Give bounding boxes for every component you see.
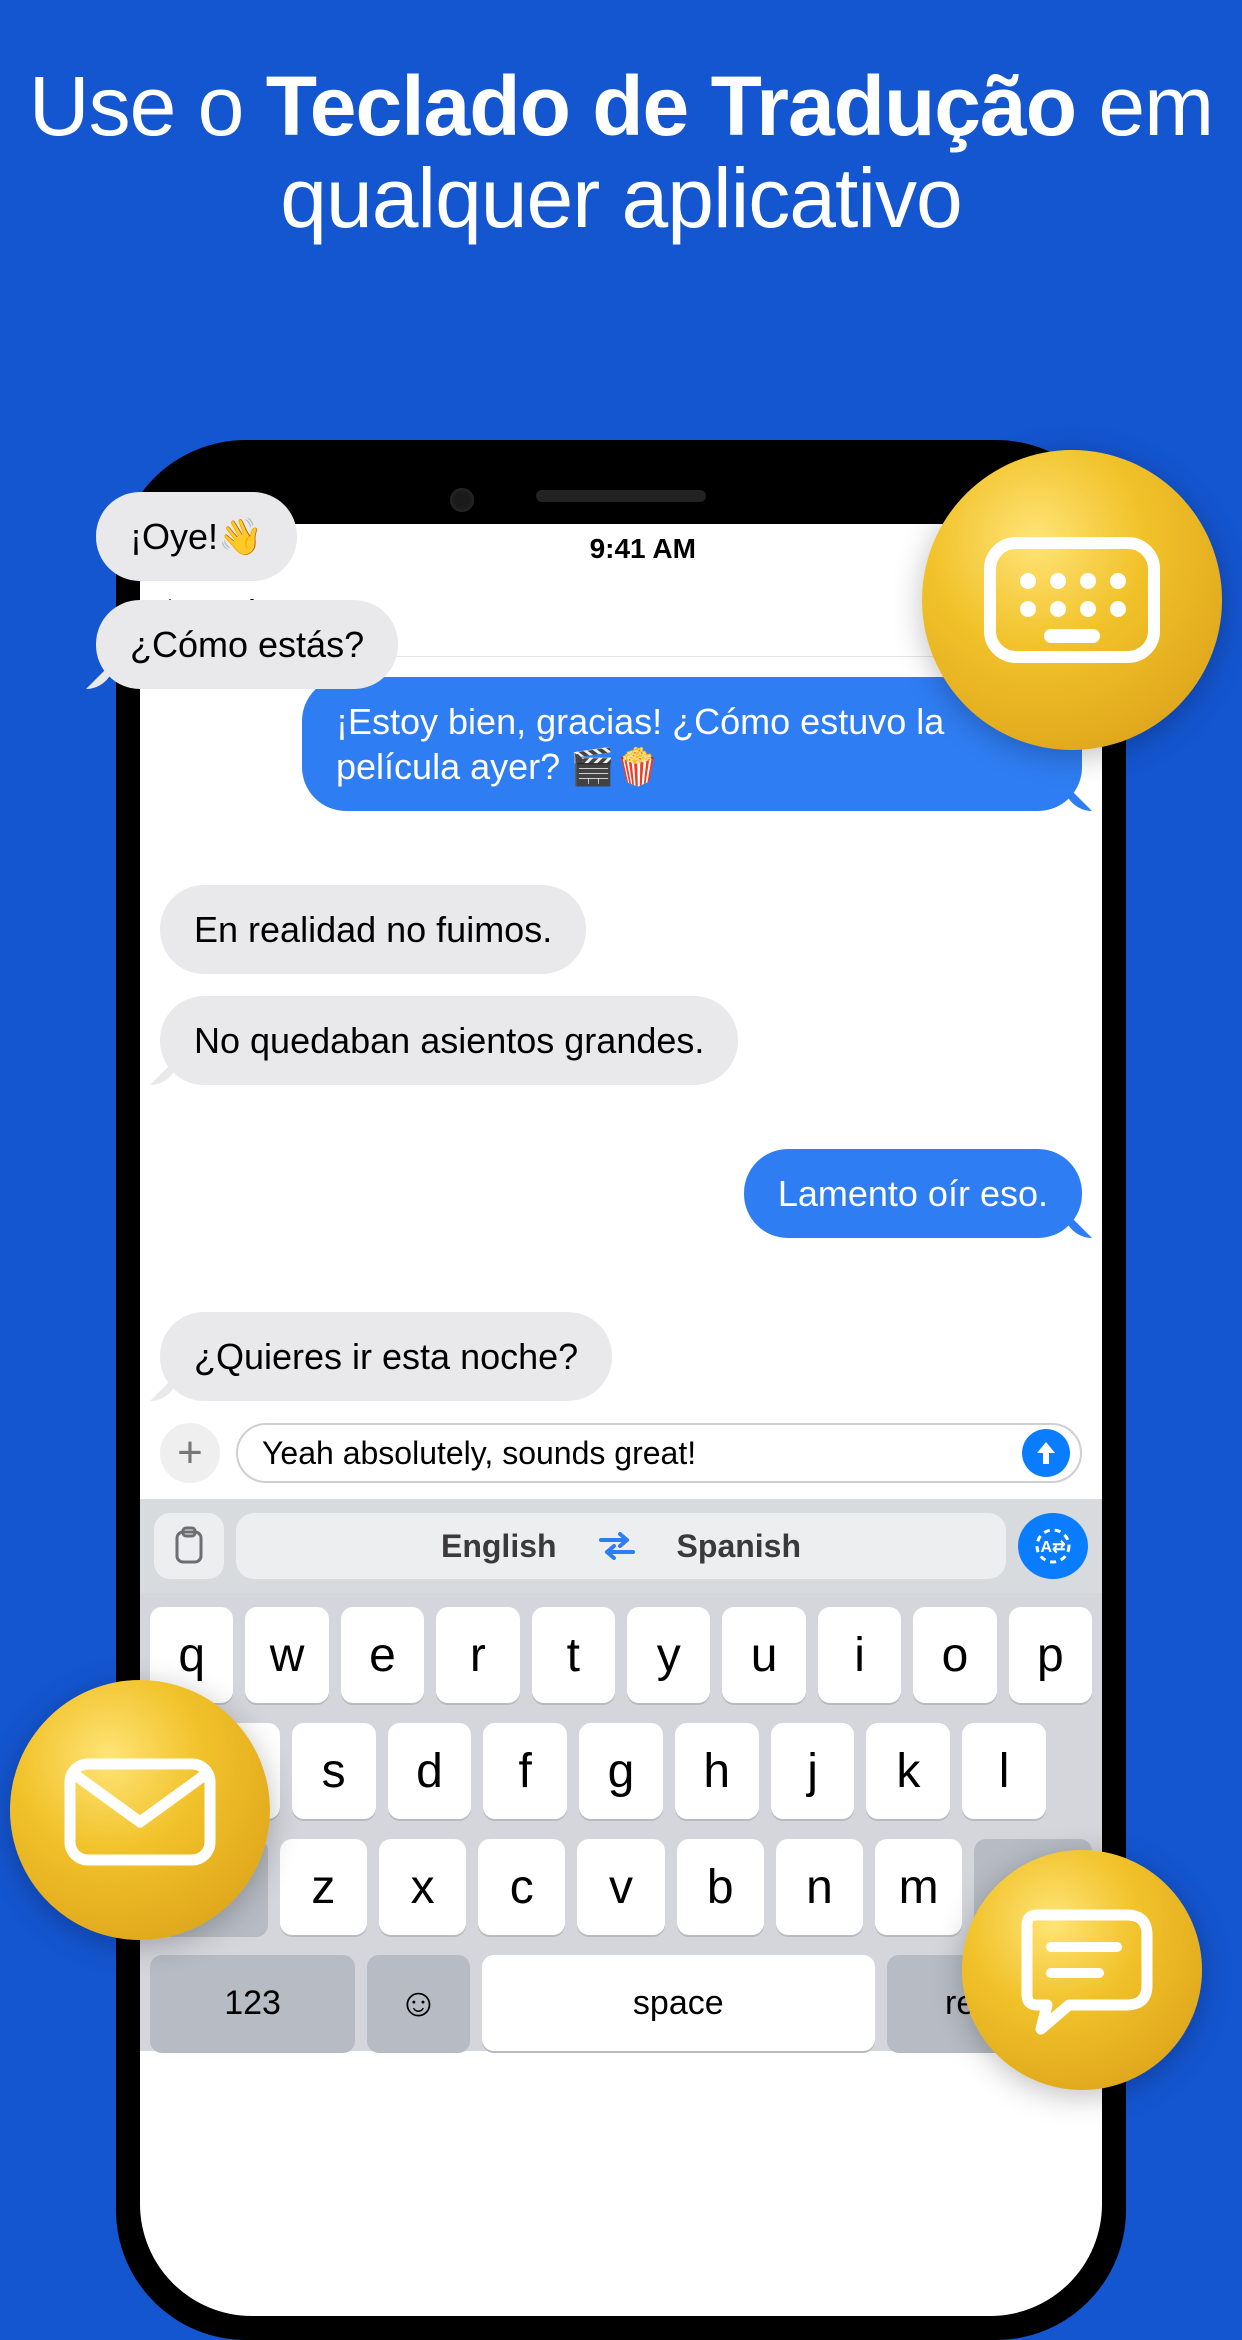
clipboard-button[interactable] <box>154 1513 224 1579</box>
svg-text:A⇄: A⇄ <box>1041 1539 1066 1556</box>
message-input[interactable]: Yeah absolutely, sounds great! <box>236 1423 1082 1483</box>
headline-pre: Use o <box>29 59 266 153</box>
received-message: No quedaban asientos grandes. <box>160 996 738 1085</box>
key-f[interactable]: f <box>483 1723 567 1819</box>
phone-camera <box>450 488 474 512</box>
message-input-row: + Yeah absolutely, sounds great! <box>140 1411 1102 1499</box>
key-e[interactable]: e <box>341 1607 424 1703</box>
key-d[interactable]: d <box>388 1723 472 1819</box>
floating-message-2: ¿Cómo estás? <box>96 600 398 689</box>
target-language: Spanish <box>677 1528 801 1565</box>
mail-icon <box>60 1750 220 1870</box>
swap-icon[interactable] <box>597 1531 637 1561</box>
key-emoji[interactable]: ☺ <box>367 1955 470 2051</box>
feature-badge-mail <box>10 1680 270 1940</box>
key-p[interactable]: p <box>1009 1607 1092 1703</box>
chat-icon <box>1007 1905 1157 2045</box>
feature-badge-chat <box>962 1850 1202 2090</box>
emoji-icon: ☺ <box>398 1981 439 2026</box>
key-t[interactable]: t <box>532 1607 615 1703</box>
language-switch[interactable]: English Spanish <box>236 1513 1006 1579</box>
key-h[interactable]: h <box>675 1723 759 1819</box>
key-u[interactable]: u <box>722 1607 805 1703</box>
keyboard-row-1: q w e r t y u i o p <box>150 1607 1092 1703</box>
key-y[interactable]: y <box>627 1607 710 1703</box>
received-message: En realidad no fuimos. <box>160 885 586 974</box>
keyboard-row-3: z x c v b n m <box>150 1839 1092 1935</box>
translation-bar: English Spanish A⇄ <box>140 1499 1102 1593</box>
keyboard-row-2: a s d f g h j k l <box>150 1723 1092 1819</box>
feature-badge-keyboard <box>922 450 1222 750</box>
key-123[interactable]: 123 <box>150 1955 355 2051</box>
phone-screen: 9:41 AM 100% Back ¡Estoy bien, gracias! … <box>140 524 1102 2316</box>
key-i[interactable]: i <box>818 1607 901 1703</box>
key-k[interactable]: k <box>866 1723 950 1819</box>
key-b[interactable]: b <box>677 1839 764 1935</box>
key-o[interactable]: o <box>913 1607 996 1703</box>
key-s[interactable]: s <box>292 1723 376 1819</box>
keyboard-row-4: 123 ☺ space return <box>150 1955 1092 2051</box>
add-button[interactable]: + <box>160 1423 220 1483</box>
key-l[interactable]: l <box>962 1723 1046 1819</box>
translate-button[interactable]: A⇄ <box>1018 1513 1088 1579</box>
key-n[interactable]: n <box>776 1839 863 1935</box>
chat-bubble: ¿Cómo estás? <box>96 600 398 689</box>
key-j[interactable]: j <box>771 1723 855 1819</box>
chat-bubble: ¡Oye!👋 <box>96 492 297 581</box>
key-w[interactable]: w <box>245 1607 328 1703</box>
key-x[interactable]: x <box>379 1839 466 1935</box>
keyboard: q w e r t y u i o p a s d f g h <box>140 1593 1102 2051</box>
key-c[interactable]: c <box>478 1839 565 1935</box>
floating-message-1: ¡Oye!👋 <box>96 492 297 581</box>
key-m[interactable]: m <box>875 1839 962 1935</box>
received-message: ¿Quieres ir esta noche? <box>160 1312 612 1401</box>
status-time: 9:41 AM <box>330 533 956 565</box>
sent-message: Lamento oír eso. <box>744 1149 1082 1238</box>
message-input-value: Yeah absolutely, sounds great! <box>262 1435 1014 1472</box>
phone-speaker <box>536 490 706 502</box>
translate-icon: A⇄ <box>1033 1526 1073 1566</box>
chat-area: ¡Estoy bien, gracias! ¿Cómo estuvo la pe… <box>140 657 1102 1411</box>
key-g[interactable]: g <box>579 1723 663 1819</box>
headline-bold: Teclado de Tradução <box>266 59 1076 153</box>
key-v[interactable]: v <box>577 1839 664 1935</box>
clipboard-icon <box>171 1526 207 1566</box>
send-button[interactable] <box>1022 1429 1070 1477</box>
phone-frame: 9:41 AM 100% Back ¡Estoy bien, gracias! … <box>116 440 1126 2340</box>
arrow-up-icon <box>1035 1440 1057 1466</box>
key-space[interactable]: space <box>482 1955 875 2051</box>
key-z[interactable]: z <box>280 1839 367 1935</box>
key-r[interactable]: r <box>436 1607 519 1703</box>
marketing-headline: Use o Teclado de Tradução em qualquer ap… <box>0 0 1242 245</box>
source-language: English <box>441 1528 557 1565</box>
keyboard-icon <box>982 535 1162 665</box>
